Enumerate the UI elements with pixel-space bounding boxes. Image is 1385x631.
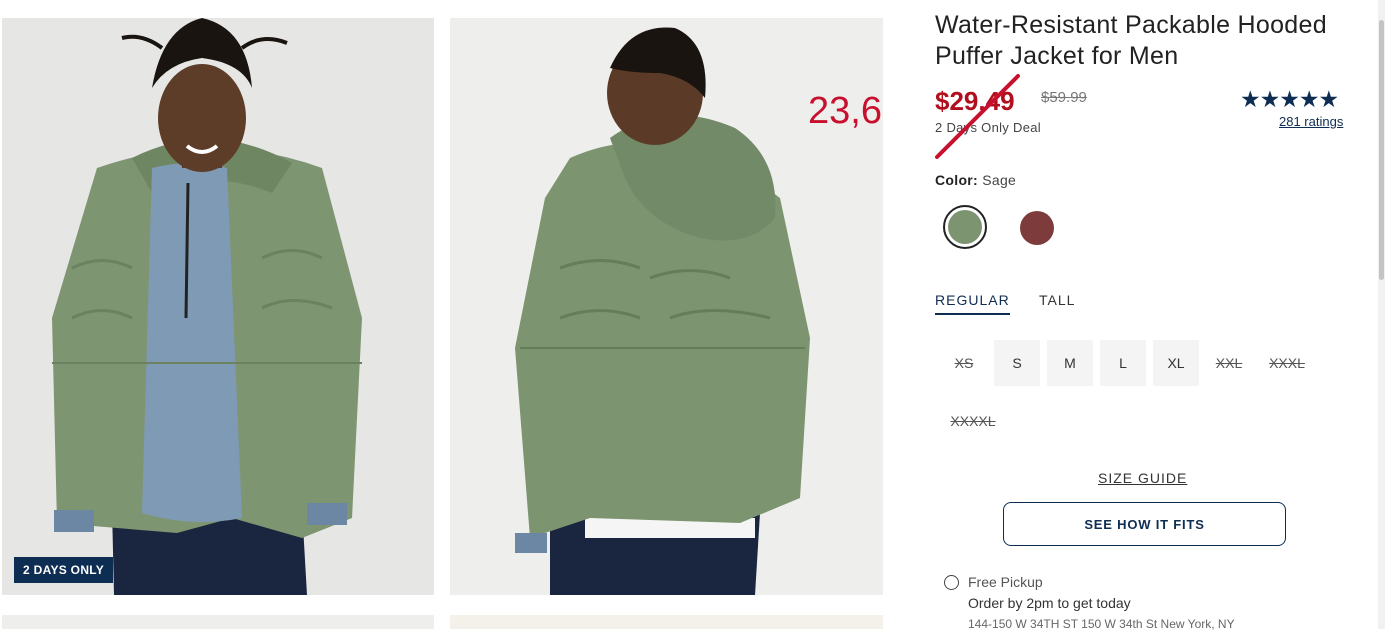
product-title: Water-Resistant Packable Hooded Puffer J… — [935, 11, 1327, 70]
free-pickup-label: Free Pickup — [968, 574, 1043, 590]
original-price: $59.99 — [1041, 89, 1087, 106]
scrollbar-thumb[interactable] — [1379, 20, 1384, 280]
overlay-number: 23,6 — [808, 90, 882, 132]
rating-stars-icon: ★★★★★ — [1240, 86, 1339, 112]
size-xxl[interactable]: XXL — [1206, 340, 1252, 386]
pickup-note: Order by 2pm to get today — [968, 595, 1131, 611]
size-xl[interactable]: XL — [1153, 340, 1199, 386]
swatch-fill — [948, 210, 982, 244]
red-slash-mark — [935, 74, 1020, 159]
product-image-3[interactable] — [2, 615, 434, 629]
color-swatch-brown[interactable] — [1020, 211, 1054, 245]
size-s[interactable]: S — [994, 340, 1040, 386]
size-guide-link[interactable]: SIZE GUIDE — [1098, 470, 1187, 486]
size-xxxl[interactable]: XXXL — [1259, 340, 1315, 386]
see-how-it-fits-button[interactable]: SEE HOW IT FITS — [1003, 502, 1286, 546]
product-image-4[interactable] — [450, 615, 883, 629]
color-label: Color: Sage — [935, 172, 1016, 188]
free-pickup-radio[interactable] — [944, 575, 959, 590]
page-scrollbar[interactable] — [1378, 0, 1385, 629]
size-xs[interactable]: XS — [941, 340, 987, 386]
tab-tall[interactable]: TALL — [1039, 292, 1075, 313]
size-l[interactable]: L — [1100, 340, 1146, 386]
days-only-badge: 2 DAYS ONLY — [14, 557, 114, 583]
ratings-link[interactable]: 281 ratings — [1279, 114, 1343, 129]
product-image-front[interactable] — [2, 18, 434, 595]
tab-regular[interactable]: REGULAR — [935, 292, 1010, 315]
color-swatch-sage[interactable] — [943, 205, 987, 249]
size-xxxxl[interactable]: XXXXL — [941, 398, 1005, 444]
size-m[interactable]: M — [1047, 340, 1093, 386]
color-selected-name: Sage — [982, 172, 1017, 188]
color-label-key: Color: — [935, 172, 979, 188]
